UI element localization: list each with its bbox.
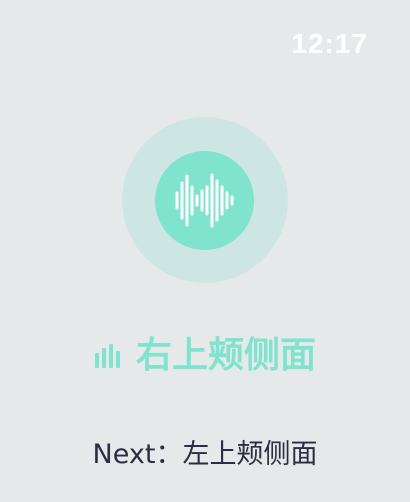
status-time: 12:17: [291, 28, 368, 59]
next-exercise: Next： 左上颊侧面: [0, 438, 410, 472]
next-prefix: Next：: [92, 439, 183, 470]
audio-bars-icon: [94, 344, 120, 368]
next-exercise-label: 左上颊侧面: [182, 439, 318, 470]
waveform-icon: [175, 173, 234, 228]
current-exercise: 右上颊侧面: [0, 334, 410, 378]
current-exercise-label: 右上颊侧面: [135, 335, 316, 376]
